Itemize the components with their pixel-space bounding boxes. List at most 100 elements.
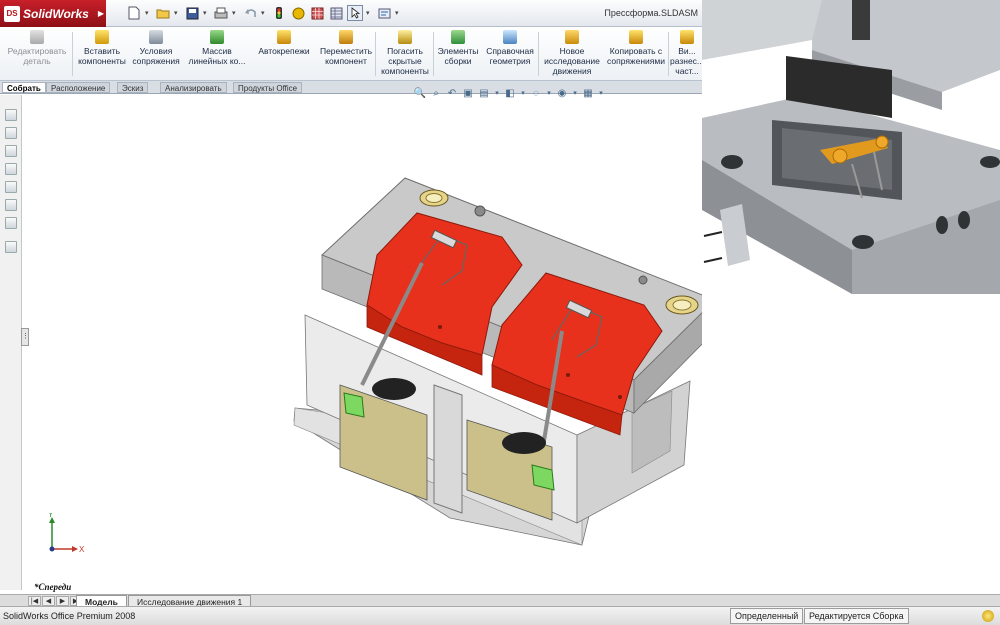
yellow-ball-icon[interactable] (290, 5, 306, 21)
reference-geometry-button[interactable]: Справочная геометрия (484, 30, 536, 66)
dimxpert-icon[interactable] (5, 163, 17, 175)
quick-access-toolbar: ▾ ▾ ▾ ▾ ▾ ▾ ▾ (126, 4, 402, 22)
mould-assembly-model[interactable] (22, 95, 702, 590)
linear-pattern-button[interactable]: Массив линейных ко... (184, 30, 250, 66)
show-hidden-components-label: Погасить скрытые компоненты (381, 46, 429, 76)
tab-assembly[interactable]: Собрать (2, 82, 46, 93)
exploded-view-label: Ви... разнес... част... (670, 46, 704, 76)
new-motion-study-button[interactable]: Новое исследование движения (540, 30, 604, 76)
status-definition-state: Определенный (730, 608, 804, 624)
open-icon[interactable] (155, 5, 171, 21)
move-component-label: Переместить компонент (319, 46, 373, 66)
view-orientation-dropdown-icon[interactable]: ▾ (494, 87, 500, 99)
new-icon[interactable] (126, 5, 142, 21)
z-axis-dot-icon (49, 546, 55, 552)
view-settings-dropdown-icon[interactable]: ▾ (598, 87, 604, 99)
edit-appearance-icon[interactable]: ◉ (556, 87, 568, 99)
show-hidden-components-icon (398, 30, 412, 44)
assembly-features-button[interactable]: Элементы сборки (434, 30, 482, 66)
insert-components-icon (95, 30, 109, 44)
edit-part-icon (30, 30, 44, 44)
options-dropdown-icon[interactable]: ▾ (395, 9, 402, 17)
smart-fasteners-label: Автокрепежи (258, 46, 310, 56)
separator (668, 32, 669, 76)
next-tab-icon[interactable]: ▶ (56, 596, 69, 606)
open-dropdown-icon[interactable]: ▾ (174, 9, 181, 17)
section-view-icon[interactable]: ▣ (462, 87, 474, 99)
previous-view-icon[interactable]: ↶ (446, 87, 458, 99)
undo-icon[interactable] (242, 5, 258, 21)
save-icon[interactable] (184, 5, 200, 21)
move-component-icon (339, 30, 353, 44)
grid-icon[interactable] (309, 5, 325, 21)
exploded-view-icon (680, 30, 694, 44)
tab-office-products[interactable]: Продукты Office (233, 82, 303, 93)
display-style-dropdown-icon[interactable]: ▾ (520, 87, 526, 99)
new-dropdown-icon[interactable]: ▾ (145, 9, 152, 17)
display-manager-icon[interactable] (5, 181, 17, 193)
solidworks-logo[interactable]: DS SolidWorks (0, 0, 106, 27)
options-icon[interactable] (376, 5, 392, 21)
copy-with-mates-button[interactable]: Копировать с сопряжениями (604, 30, 668, 66)
mate-button[interactable]: Условия сопряжения (130, 30, 182, 66)
model-tabs-bar: |◀ ◀ ▶ ▶| Модель Исследование движения 1 (0, 594, 1000, 607)
axis-triad: Y X (48, 513, 85, 554)
appearance-icon[interactable] (5, 199, 17, 211)
first-tab-icon[interactable]: |◀ (28, 596, 41, 606)
show-hidden-components-button[interactable]: Погасить скрытые компоненты (377, 30, 433, 76)
scene-icon[interactable] (5, 217, 17, 229)
reference-geometry-icon (503, 30, 517, 44)
view-orientation-label: *Спереди (34, 582, 72, 592)
mate-paperclip-icon (149, 30, 163, 44)
display-style-icon[interactable]: ◧ (504, 87, 516, 99)
appearance-dropdown-icon[interactable]: ▾ (572, 87, 578, 99)
document-title: Прессформа.SLDASM (604, 8, 698, 18)
undo-dropdown-icon[interactable]: ▾ (261, 9, 268, 17)
menu-expand-icon[interactable]: ▶ (96, 0, 106, 27)
feature-tree-icon[interactable] (5, 109, 17, 121)
configuration-manager-icon[interactable] (5, 145, 17, 157)
view-settings-icon[interactable]: ▦ (582, 87, 594, 99)
status-bar: SolidWorks Office Premium 2008 Определен… (0, 606, 1000, 625)
heads-up-view-toolbar: 🔍 ⌕ ↶ ▣ ▤ ▾ ◧ ▾ ◌ ▾ ◉ ▾ ▦ ▾ (414, 86, 604, 100)
move-component-button[interactable]: Переместить компонент (316, 30, 376, 66)
edit-part-button[interactable]: Редактировать деталь (2, 30, 72, 66)
view-orientation-icon[interactable]: ▤ (478, 87, 490, 99)
rebuild-status-icon[interactable] (982, 610, 994, 622)
layers-icon[interactable] (5, 241, 17, 253)
zoom-to-fit-icon[interactable]: 🔍 (414, 87, 426, 99)
reference-geometry-label: Справочная геометрия (486, 46, 534, 66)
hide-show-items-icon[interactable]: ◌ (530, 87, 542, 99)
previous-tab-icon[interactable]: ◀ (42, 596, 55, 606)
hide-show-dropdown-icon[interactable]: ▾ (546, 87, 552, 99)
property-manager-icon[interactable] (5, 127, 17, 139)
tab-evaluate[interactable]: Анализировать (160, 82, 227, 93)
x-axis-arrow-icon (72, 546, 78, 552)
save-dropdown-icon[interactable]: ▾ (203, 9, 210, 17)
table-icon[interactable] (328, 5, 344, 21)
insert-components-label: Вставить компоненты (78, 46, 126, 66)
separator (72, 32, 73, 76)
exploded-view-button[interactable]: Ви... разнес... част... (670, 30, 704, 76)
feature-manager-panel (0, 95, 22, 590)
select-dropdown-icon[interactable]: ▾ (366, 9, 373, 17)
print-icon[interactable] (213, 5, 229, 21)
zoom-to-area-icon[interactable]: ⌕ (430, 87, 442, 99)
select-cursor-icon[interactable] (347, 5, 363, 21)
x-axis-label: X (79, 545, 85, 554)
copy-with-mates-label: Копировать с сопряжениями (607, 46, 665, 66)
traffic-light-icon[interactable] (271, 5, 287, 21)
tab-sketch[interactable]: Эскиз (117, 82, 149, 93)
title-bar: DS SolidWorks ▶ ▾ ▾ ▾ ▾ ▾ ▾ ▾ Прессформа… (0, 0, 702, 27)
motion-study-icon (565, 30, 579, 44)
tab-layout[interactable]: Расположение (46, 82, 111, 93)
graphics-area[interactable] (22, 95, 702, 590)
assembly-features-icon (451, 30, 465, 44)
panel-splitter-handle[interactable]: ⋮ (21, 328, 29, 346)
linear-pattern-label: Массив линейных ко... (188, 46, 246, 66)
insert-components-button[interactable]: Вставить компоненты (74, 30, 130, 66)
copy-with-mates-icon (629, 30, 643, 44)
print-dropdown-icon[interactable]: ▾ (232, 9, 239, 17)
smart-fasteners-button[interactable]: Автокрепежи (254, 30, 314, 56)
ds-logo-icon: DS (4, 5, 20, 22)
